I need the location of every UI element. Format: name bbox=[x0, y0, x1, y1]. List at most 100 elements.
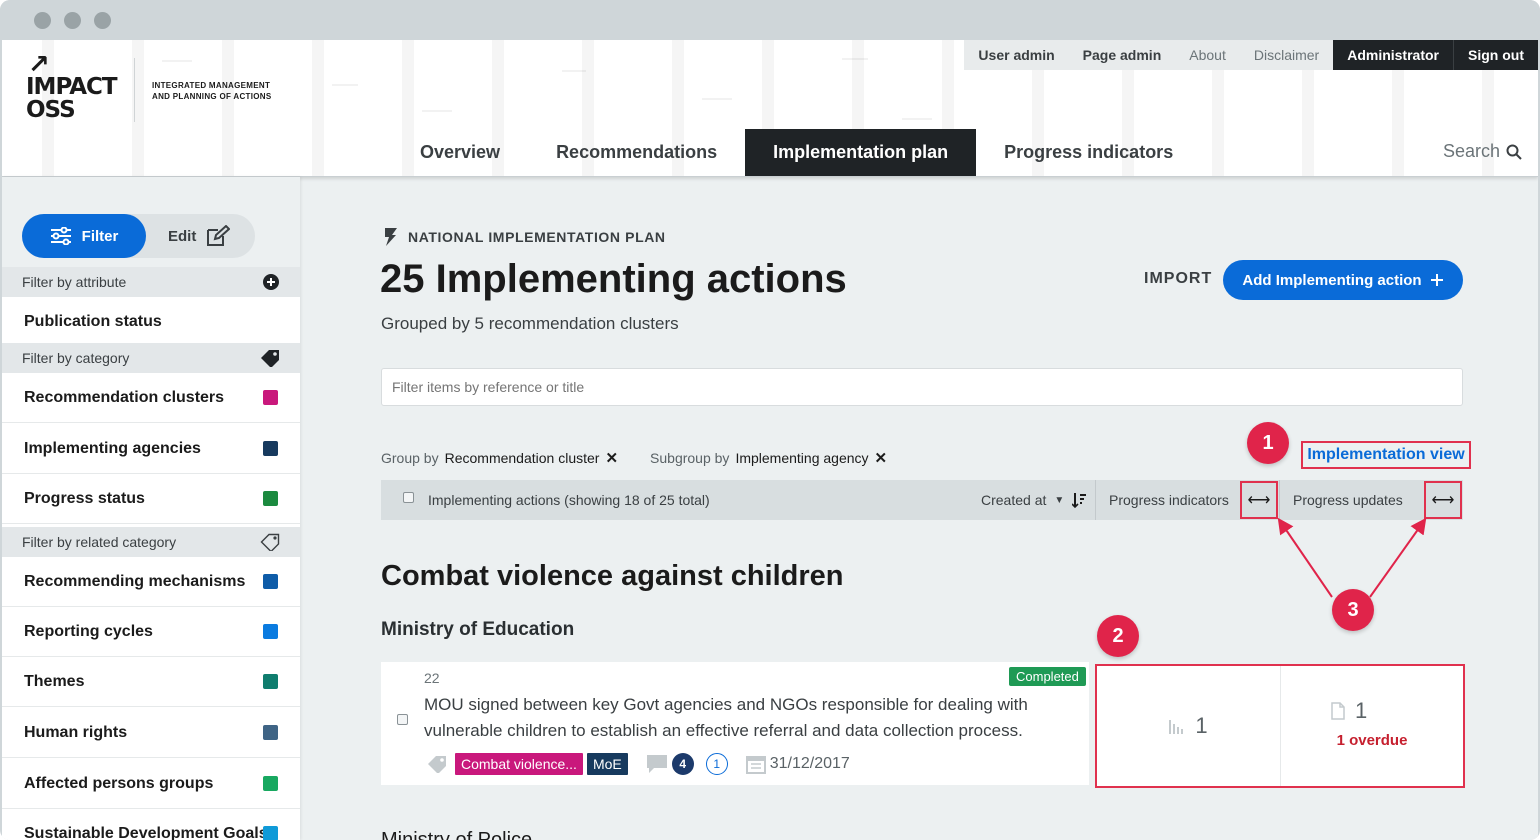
main-navigation: Overview Recommendations Implementation … bbox=[392, 129, 1201, 176]
remove-group-by-icon[interactable]: ✕ bbox=[605, 449, 618, 467]
tag-outline-icon bbox=[260, 533, 280, 551]
administrator-link[interactable]: Administrator bbox=[1333, 40, 1453, 70]
category-swatch bbox=[263, 776, 278, 791]
category-swatch bbox=[263, 491, 278, 506]
sidebar-item-progress-status[interactable]: Progress status bbox=[2, 474, 300, 524]
sidebar-item-affected-persons-groups[interactable]: Affected persons groups bbox=[2, 759, 300, 809]
edit-mode-button[interactable]: Edit bbox=[168, 214, 231, 258]
group-by-value[interactable]: Recommendation cluster bbox=[445, 450, 600, 466]
comment-icon bbox=[646, 755, 667, 773]
progress-updates-count-wrap: 1 bbox=[1331, 698, 1367, 724]
sidebar-item-human-rights[interactable]: Human rights bbox=[2, 708, 300, 758]
bar-chart-icon bbox=[1169, 720, 1184, 734]
tab-recommendations[interactable]: Recommendations bbox=[528, 129, 745, 176]
item-meta: Combat violence... MoE 4 1 31/12/2017 bbox=[427, 753, 850, 775]
expand-progress-indicators-button[interactable]: ⟷ bbox=[1240, 481, 1278, 519]
recommendation-count-badge: 1 bbox=[705, 753, 728, 775]
item-checkbox[interactable] bbox=[397, 714, 408, 725]
sign-out-link[interactable]: Sign out bbox=[1453, 40, 1538, 70]
sidebar-item-reporting-cycles[interactable]: Reporting cycles bbox=[2, 607, 300, 657]
about-link[interactable]: About bbox=[1175, 40, 1240, 70]
sidebar-item-label: Implementing agencies bbox=[24, 440, 201, 457]
logo-text: IMPACT OSS bbox=[26, 74, 118, 123]
lightning-icon bbox=[385, 228, 397, 246]
page-subtitle: Grouped by 5 recommendation clusters bbox=[381, 314, 679, 333]
progress-indicators-cell[interactable]: 1 bbox=[1097, 666, 1280, 786]
sidebar: Filter Edit Filter by attribute Publicat… bbox=[2, 177, 300, 840]
sidebar-item-implementing-agencies[interactable]: Implementing agencies bbox=[2, 424, 300, 474]
window-close-dot[interactable] bbox=[34, 12, 51, 29]
tab-progress-indicators[interactable]: Progress indicators bbox=[976, 129, 1201, 176]
sidebar-item-label: Progress status bbox=[24, 490, 145, 507]
search-label: Search bbox=[1442, 141, 1500, 161]
search-button[interactable]: Search bbox=[1443, 141, 1522, 162]
tag-filled-icon bbox=[261, 350, 279, 367]
list-item[interactable]: 22 Completed MOU signed between key Govt… bbox=[381, 662, 1089, 785]
page-admin-link[interactable]: Page admin bbox=[1068, 40, 1176, 70]
window-maximize-dot[interactable] bbox=[94, 12, 111, 29]
status-badge: Completed bbox=[1009, 667, 1086, 686]
column-progress-indicators: Progress indicators bbox=[1109, 492, 1229, 508]
sidebar-item-publication-status[interactable]: Publication status bbox=[2, 297, 300, 347]
section-label: Filter by related category bbox=[22, 534, 177, 550]
eyebrow-label: NATIONAL IMPLEMENTATION PLAN bbox=[408, 229, 666, 245]
section-filter-by-category: Filter by category bbox=[2, 343, 300, 373]
remove-subgroup-by-icon[interactable]: ✕ bbox=[875, 449, 888, 467]
filter-mode-button[interactable]: Filter bbox=[22, 214, 146, 258]
implementation-view-link[interactable]: Implementation view bbox=[1301, 441, 1471, 469]
category-swatch bbox=[263, 624, 278, 639]
tab-overview[interactable]: Overview bbox=[392, 129, 528, 176]
document-icon bbox=[1331, 702, 1345, 720]
sidebar-item-label: Human rights bbox=[24, 724, 128, 741]
tag-cluster[interactable]: Combat violence... bbox=[455, 753, 583, 775]
category-swatch bbox=[263, 390, 278, 405]
category-swatch bbox=[263, 826, 278, 840]
subgroup-by-label: Subgroup by bbox=[650, 450, 730, 466]
sidebar-item-recommending-mechanisms[interactable]: Recommending mechanisms bbox=[2, 557, 300, 607]
grouping-options: Group by Recommendation cluster ✕ Subgro… bbox=[381, 449, 913, 467]
disclaimer-link[interactable]: Disclaimer bbox=[1239, 40, 1334, 70]
import-button[interactable]: IMPORT bbox=[1144, 270, 1212, 288]
logo[interactable]: ↗ IMPACT OSS bbox=[26, 50, 136, 130]
add-circle-icon[interactable] bbox=[262, 273, 280, 291]
user-admin-link[interactable]: User admin bbox=[964, 40, 1069, 70]
expand-arrows-icon: ⟷ bbox=[1247, 492, 1271, 509]
site-header: ↗ IMPACT OSS INTEGRATED MANAGEMENT AND P… bbox=[2, 40, 1538, 177]
select-all-checkbox[interactable] bbox=[403, 492, 414, 503]
item-title[interactable]: MOU signed between key Govt agencies and… bbox=[424, 692, 1074, 744]
sidebar-item-themes[interactable]: Themes bbox=[2, 657, 300, 707]
expand-arrows-icon: ⟷ bbox=[1431, 492, 1455, 509]
tag-agency[interactable]: MoE bbox=[586, 753, 628, 775]
category-swatch bbox=[263, 674, 278, 689]
group-by-label: Group by bbox=[381, 450, 439, 466]
section-label: Filter by category bbox=[22, 350, 130, 366]
progress-updates-cell[interactable]: 1 1 overdue bbox=[1281, 666, 1463, 786]
category-swatch bbox=[263, 574, 278, 589]
add-button-label: Add Implementing action bbox=[1242, 271, 1422, 289]
filter-mode-label: Filter bbox=[81, 227, 119, 245]
next-subgroup-title: Ministry of Police bbox=[381, 829, 533, 840]
column-progress-updates: Progress updates bbox=[1293, 492, 1403, 508]
window-minimize-dot[interactable] bbox=[64, 12, 81, 29]
item-date: 31/12/2017 bbox=[769, 755, 850, 772]
annotation-badge-3: 3 bbox=[1332, 589, 1374, 631]
subgroup-by-value[interactable]: Implementing agency bbox=[735, 450, 868, 466]
top-navigation: User admin Page admin About Disclaimer A… bbox=[964, 40, 1538, 70]
column-separator bbox=[1279, 480, 1280, 520]
plus-icon bbox=[1430, 274, 1443, 286]
sliders-icon bbox=[50, 227, 71, 245]
add-implementing-action-button[interactable]: Add Implementing action bbox=[1223, 260, 1463, 300]
filter-items-input[interactable] bbox=[381, 368, 1463, 406]
section-filter-by-attribute: Filter by attribute bbox=[2, 267, 300, 297]
sort-desc-icon[interactable] bbox=[1072, 492, 1087, 508]
sort-created-at[interactable]: Created at ▼ bbox=[981, 492, 1087, 508]
filter-edit-toggle: Filter Edit bbox=[22, 214, 255, 258]
tag-icon bbox=[428, 756, 446, 773]
logo-divider bbox=[134, 58, 135, 122]
tab-implementation-plan[interactable]: Implementation plan bbox=[745, 129, 977, 176]
expand-progress-updates-button[interactable]: ⟷ bbox=[1424, 481, 1462, 519]
section-filter-by-related-category: Filter by related category bbox=[2, 527, 300, 557]
sidebar-mode-area: Filter Edit bbox=[2, 177, 300, 267]
sidebar-item-recommendation-clusters[interactable]: Recommendation clusters bbox=[2, 373, 300, 423]
sidebar-item-sdgs[interactable]: Sustainable Development Goals bbox=[2, 809, 300, 840]
